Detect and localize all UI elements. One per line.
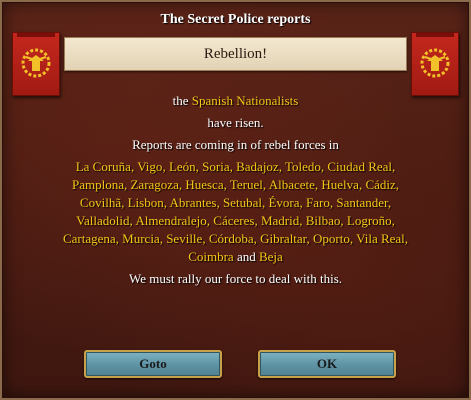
goto-button[interactable]: Goto bbox=[84, 350, 222, 378]
city-name: Logroño bbox=[346, 213, 392, 228]
risen-line: have risen. bbox=[207, 115, 264, 130]
eagle-wreath-banner-icon bbox=[12, 32, 60, 96]
city-name: Pamplona bbox=[71, 177, 124, 192]
and-word: and bbox=[236, 249, 256, 264]
city-name: Almendralejo bbox=[135, 213, 207, 228]
city-name: Teruel bbox=[229, 177, 263, 192]
eagle-wreath-banner-icon bbox=[411, 32, 459, 96]
footer-line: We must rally our force to deal with thi… bbox=[128, 271, 343, 286]
city-name: Covilhã bbox=[79, 195, 122, 210]
dialog-title: The Secret Police reports bbox=[160, 12, 311, 27]
city-name: Setubal bbox=[222, 195, 262, 210]
city-name: Soria bbox=[202, 159, 230, 174]
faction-prefix: the bbox=[172, 93, 192, 108]
city-name: Abrantes bbox=[169, 195, 217, 210]
city-name: Toledo bbox=[284, 159, 321, 174]
city-name: Cartagena bbox=[62, 231, 116, 246]
city-name: Ciudad Real bbox=[327, 159, 393, 174]
faction-name: Spanish Nationalists bbox=[191, 93, 299, 108]
city-name: Vila Real bbox=[356, 231, 405, 246]
city-name: Cádiz bbox=[365, 177, 396, 192]
event-dialog: The Secret Police reports Rebellion! the… bbox=[0, 0, 471, 400]
city-name: Bilbao bbox=[305, 213, 341, 228]
city-name: Faro bbox=[306, 195, 330, 210]
city-name: Gibraltar bbox=[260, 231, 307, 246]
city-name: Évora bbox=[268, 195, 300, 210]
city-name: Lisbon bbox=[127, 195, 164, 210]
city-name: León bbox=[168, 159, 196, 174]
city-name: La Coruña bbox=[75, 159, 131, 174]
city-name: Oporto bbox=[313, 231, 350, 246]
ok-button[interactable]: OK bbox=[258, 350, 396, 378]
city-name: Albacete bbox=[268, 177, 315, 192]
city-name: Coimbra bbox=[188, 249, 234, 264]
event-description: the Spanish Nationalists have risen. Rep… bbox=[22, 92, 449, 292]
header-banner: Rebellion! bbox=[64, 37, 407, 71]
faction-line: the Spanish Nationalists bbox=[22, 92, 449, 110]
city-name: Cáceres bbox=[213, 213, 255, 228]
reports-line: Reports are coming in of rebel forces in bbox=[132, 137, 339, 152]
city-name: Beja bbox=[258, 249, 283, 264]
city-name: Valladolid bbox=[76, 213, 130, 228]
city-name: Madrid bbox=[260, 213, 300, 228]
city-name: Zaragoza bbox=[130, 177, 179, 192]
city-name: Badajoz bbox=[236, 159, 279, 174]
city-name: Huelva bbox=[321, 177, 359, 192]
city-name: Murcia bbox=[122, 231, 160, 246]
city-name: Seville bbox=[166, 231, 203, 246]
city-name: Vigo bbox=[137, 159, 163, 174]
city-name: Córdoba bbox=[208, 231, 254, 246]
header-title: Rebellion! bbox=[203, 45, 268, 62]
rebel-city-list: La Coruña, Vigo, León, Soria, Badajoz, T… bbox=[62, 159, 409, 264]
city-name: Santander bbox=[336, 195, 388, 210]
city-name: Huesca bbox=[185, 177, 224, 192]
